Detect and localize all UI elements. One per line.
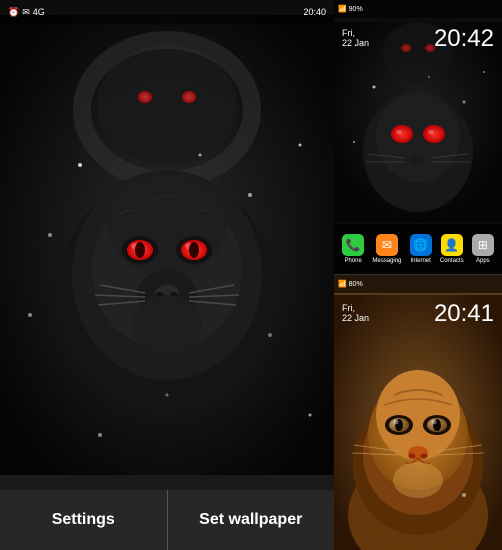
dock-phone: 📞 Phone — [342, 234, 364, 264]
preview-top: 📶 90% Fri, 22 Jan 20:42 — [334, 0, 502, 275]
contacts-dock-icon: 👤 — [441, 234, 463, 256]
bottom-preview-status-icons: 📶 80% — [338, 280, 363, 288]
status-bar-top-preview: 📶 90% — [334, 0, 502, 18]
dock-apps: ⊞ Apps — [472, 234, 494, 264]
dock-contacts: 👤 Contacts — [440, 234, 464, 264]
set-wallpaper-button[interactable]: Set wallpaper — [168, 490, 335, 550]
preview-bottom: 📶 80% Fri, 22 Jan 20:41 — [334, 275, 502, 550]
dock-web-label: Internet — [410, 258, 430, 264]
status-icons-right: 20:40 — [303, 7, 326, 17]
bottom-buttons: Settings Set wallpaper — [0, 490, 334, 550]
alarm-icon: ⏰ — [8, 7, 19, 18]
dock-apps-label: Apps — [476, 258, 490, 264]
dock-contacts-label: Contacts — [440, 258, 464, 264]
status-icons-left: ⏰ ✉ 4G — [8, 7, 45, 18]
status-bar-main: ⏰ ✉ 4G 20:40 — [0, 0, 334, 24]
notification-icon: ✉ — [22, 7, 30, 18]
status-bar-bottom-preview: 📶 80% — [334, 275, 502, 293]
settings-button[interactable]: Settings — [0, 490, 168, 550]
phone-dock-icon: 📞 — [342, 234, 364, 256]
main-time: 20:40 — [303, 7, 326, 17]
dock-msg-label: Messaging — [372, 258, 401, 264]
dock-messaging: ✉ Messaging — [372, 234, 401, 264]
bottom-preview-lion — [334, 295, 502, 550]
main-lion-artwork — [0, 0, 334, 490]
dock-internet: 🌐 Internet — [410, 234, 432, 264]
apps-dock-icon: ⊞ — [472, 234, 494, 256]
top-preview-time: 20:42 — [434, 25, 494, 53]
phone-dock-top: 📞 Phone ✉ Messaging 🌐 Internet 👤 Contact… — [334, 224, 502, 274]
dock-phone-label: Phone — [344, 258, 361, 264]
bottom-preview-time: 20:41 — [434, 300, 494, 328]
web-dock-icon: 🌐 — [410, 234, 432, 256]
msg-dock-icon: ✉ — [376, 234, 398, 256]
top-preview-status-icons: 📶 90% — [338, 5, 363, 13]
top-date-day: 22 Jan — [342, 38, 369, 48]
bottom-date-day: 22 Jan — [342, 313, 369, 323]
right-panel: 📶 90% Fri, 22 Jan 20:42 — [334, 0, 502, 550]
bottom-date-fri: Fri, — [342, 303, 369, 313]
network-icon: 4G — [33, 7, 45, 17]
top-preview-date: Fri, 22 Jan — [342, 28, 369, 48]
top-date-fri: Fri, — [342, 28, 369, 38]
main-preview: ⏰ ✉ 4G 20:40 — [0, 0, 334, 550]
bottom-preview-date: Fri, 22 Jan — [342, 303, 369, 323]
